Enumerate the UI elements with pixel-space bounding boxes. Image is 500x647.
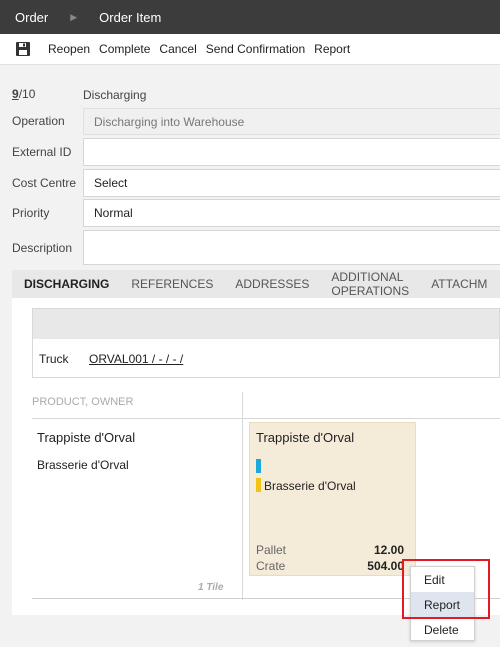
grid-column-header: PRODUCT, OWNER bbox=[32, 396, 134, 408]
quantity-value: 12.00 bbox=[373, 543, 404, 557]
product-name: Trappiste d'Orval bbox=[37, 430, 136, 445]
breadcrumb-order[interactable]: Order bbox=[0, 10, 48, 25]
transport-box: Truck ORVAL001 / - / - / bbox=[32, 308, 500, 378]
priority-label: Priority bbox=[12, 206, 50, 220]
step-indicator: 9/10 bbox=[12, 87, 35, 101]
toolbar: Reopen Complete Cancel Send Confirmation… bbox=[0, 34, 500, 65]
context-menu: Edit Report Delete bbox=[410, 566, 475, 641]
external-id-input[interactable] bbox=[83, 138, 500, 166]
description-label: Description bbox=[12, 241, 73, 255]
menu-item-edit[interactable]: Edit bbox=[411, 567, 474, 592]
operation-value: Discharging into Warehouse bbox=[94, 114, 245, 129]
cost-centre-value: Select bbox=[94, 176, 128, 190]
transport-header bbox=[33, 309, 499, 339]
cancel-button[interactable]: Cancel bbox=[159, 42, 196, 56]
priority-select[interactable]: Normal bbox=[83, 199, 500, 227]
transport-link[interactable]: ORVAL001 / - / - / bbox=[89, 352, 183, 366]
reopen-button[interactable]: Reopen bbox=[48, 42, 90, 56]
quantity-unit: Crate bbox=[256, 559, 286, 573]
tile-color-bar-blue bbox=[256, 459, 261, 473]
grid-header-divider bbox=[32, 418, 500, 419]
tile-owner: Brasserie d'Orval bbox=[264, 479, 356, 493]
tile-quantity-row: Pallet 12.00 bbox=[256, 543, 404, 557]
tab-attachments[interactable]: ATTACHM bbox=[431, 277, 487, 291]
cost-centre-label: Cost Centre bbox=[12, 176, 77, 190]
top-navigation-bar: Order ▶ Order Item bbox=[0, 0, 500, 34]
tab-additional-operations[interactable]: ADDITIONAL OPERATIONS bbox=[331, 270, 409, 298]
tile-color-bar-yellow bbox=[256, 478, 261, 492]
tab-addresses[interactable]: ADDRESSES bbox=[235, 277, 309, 291]
tile-quantity-row: Crate 504.00 bbox=[256, 559, 404, 573]
save-icon[interactable] bbox=[16, 42, 30, 56]
transport-type-label: Truck bbox=[39, 352, 69, 366]
grid-divider bbox=[242, 392, 243, 600]
quantity-value: 504.00 bbox=[367, 559, 404, 573]
cost-centre-select[interactable]: Select bbox=[83, 169, 500, 197]
description-textarea[interactable] bbox=[83, 230, 500, 265]
step-total: /10 bbox=[18, 87, 36, 101]
tile-count: 1 Tile bbox=[198, 582, 224, 593]
priority-value: Normal bbox=[94, 206, 133, 220]
menu-item-delete[interactable]: Delete bbox=[411, 617, 474, 642]
complete-button[interactable]: Complete bbox=[99, 42, 150, 56]
step-current: 9 bbox=[12, 87, 19, 101]
tile-product-name: Trappiste d'Orval bbox=[256, 430, 355, 445]
external-id-label: External ID bbox=[12, 145, 72, 159]
product-tile[interactable]: Trappiste d'Orval Brasserie d'Orval Pall… bbox=[249, 422, 416, 576]
tab-discharging[interactable]: DISCHARGING bbox=[24, 277, 109, 291]
breadcrumb-separator-icon: ▶ bbox=[70, 11, 78, 22]
quantity-unit: Pallet bbox=[256, 543, 287, 557]
send-confirmation-button[interactable]: Send Confirmation bbox=[206, 42, 305, 56]
tab-bar: DISCHARGING REFERENCES ADDRESSES ADDITIO… bbox=[12, 270, 500, 298]
tab-references[interactable]: REFERENCES bbox=[131, 277, 213, 291]
operation-field: Discharging into Warehouse bbox=[83, 108, 500, 135]
report-button[interactable]: Report bbox=[314, 42, 350, 56]
operation-label: Operation bbox=[12, 114, 65, 128]
menu-item-report[interactable]: Report bbox=[411, 592, 474, 617]
product-owner: Brasserie d'Orval bbox=[37, 458, 129, 472]
step-label: Discharging bbox=[83, 88, 147, 102]
breadcrumb-order-item: Order Item bbox=[99, 9, 162, 25]
